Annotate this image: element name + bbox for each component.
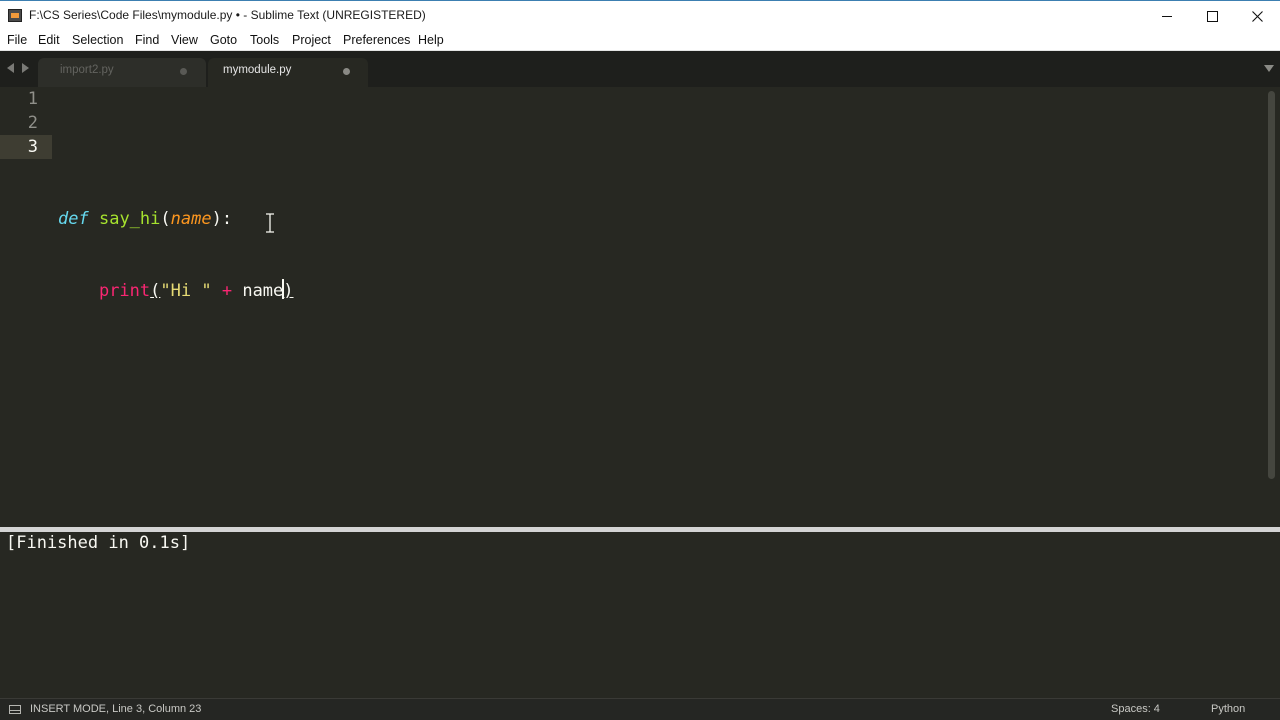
menu-edit[interactable]: Edit	[38, 33, 60, 47]
menu-view[interactable]: View	[171, 33, 198, 47]
minimize-button[interactable]	[1144, 1, 1190, 31]
function-name: say_hi	[98, 209, 161, 229]
code-text[interactable]: def say_hi(name): print("Hi " + name)	[58, 87, 294, 351]
line-number: 2	[27, 113, 38, 133]
menu-bar: File Edit Selection Find View Goto Tools…	[0, 30, 1280, 51]
status-indentation[interactable]: Spaces: 4	[1111, 703, 1160, 715]
status-mode-position: INSERT MODE, Line 3, Column 23	[30, 703, 202, 715]
menu-file[interactable]: File	[7, 33, 27, 47]
tab-import2[interactable]: import2.py	[38, 58, 206, 87]
open-paren: (	[160, 209, 171, 229]
keyword-def: def	[58, 209, 89, 229]
build-output-text: [Finished in 0.1s]	[6, 533, 191, 553]
tab-nav-right-icon[interactable]	[22, 63, 29, 73]
menu-preferences[interactable]: Preferences	[343, 33, 410, 47]
modified-dot-icon[interactable]	[343, 68, 350, 75]
menu-project[interactable]: Project	[292, 33, 331, 47]
build-output-panel: [Finished in 0.1s]	[0, 532, 1280, 698]
close-paren-colon: ):	[211, 209, 233, 229]
menu-find[interactable]: Find	[135, 33, 159, 47]
line-number: 3	[27, 137, 38, 157]
code-line-2: def say_hi(name):	[58, 207, 294, 231]
tab-overflow-chevron-down-icon[interactable]	[1264, 65, 1274, 72]
close-button[interactable]	[1234, 1, 1280, 31]
identifier-name: name	[242, 281, 284, 301]
tab-label: import2.py	[60, 64, 114, 76]
tab-mymodule[interactable]: mymodule.py	[208, 58, 368, 87]
close-icon	[1251, 10, 1263, 22]
menu-help[interactable]: Help	[418, 33, 444, 47]
line-number-gutter: 1 2 3	[0, 87, 52, 527]
line-number: 1	[27, 89, 38, 109]
window-title: F:\CS Series\Code Files\mymodule.py • - …	[29, 8, 426, 22]
menu-tools[interactable]: Tools	[250, 33, 279, 47]
tab-label: mymodule.py	[223, 64, 292, 76]
modified-dot-icon[interactable]	[180, 68, 187, 75]
plus-operator: +	[221, 281, 233, 301]
panel-toggle-icon[interactable]	[9, 705, 21, 714]
builtin-print: print	[98, 281, 151, 301]
parameter: name	[170, 209, 212, 229]
vertical-scrollbar[interactable]	[1268, 91, 1275, 479]
ibeam-cursor-icon	[266, 213, 274, 233]
status-bar: INSERT MODE, Line 3, Column 23 Spaces: 4…	[0, 698, 1280, 720]
menu-selection[interactable]: Selection	[72, 33, 123, 47]
tab-nav-left-icon[interactable]	[7, 63, 14, 73]
maximize-icon	[1206, 10, 1218, 22]
string-literal: "Hi "	[160, 281, 212, 301]
title-bar: F:\CS Series\Code Files\mymodule.py • - …	[0, 0, 1280, 30]
open-paren: (	[150, 281, 161, 301]
code-editor[interactable]: 1 2 3 def say_hi(name): print("Hi " + na…	[0, 87, 1280, 527]
sublime-app-icon	[8, 9, 22, 22]
maximize-button[interactable]	[1189, 1, 1235, 31]
status-syntax[interactable]: Python	[1211, 703, 1245, 715]
menu-goto[interactable]: Goto	[210, 33, 237, 47]
close-paren: )	[283, 281, 294, 301]
tab-bar: import2.py mymodule.py	[0, 51, 1280, 87]
minimize-icon	[1162, 15, 1172, 17]
code-line-3: print("Hi " + name)	[58, 279, 294, 303]
